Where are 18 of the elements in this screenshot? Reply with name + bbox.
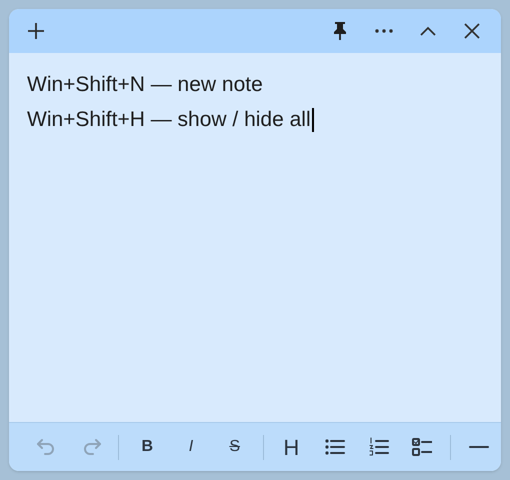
bullet-list-icon (325, 437, 346, 457)
horizontal-rule-icon (469, 446, 490, 448)
bold-button[interactable]: B (125, 429, 170, 465)
checklist-icon (412, 437, 432, 457)
text-cursor (312, 108, 314, 132)
plus-icon (27, 22, 45, 40)
note-text-line: Win+Shift+N — new note (27, 72, 263, 98)
heading-button[interactable]: H (270, 429, 314, 465)
more-icon (375, 29, 393, 33)
close-icon (464, 23, 480, 39)
chevron-up-icon (420, 26, 436, 36)
note-text-line: Win+Shift+H — show / hide all (27, 107, 311, 133)
undo-icon (36, 437, 57, 457)
italic-button[interactable]: I (169, 429, 213, 465)
strikethrough-button[interactable]: S (212, 429, 257, 465)
pin-icon (333, 21, 347, 41)
note-editor[interactable]: Win+Shift+N — new note Win+Shift+H — show / hide all (9, 53, 501, 422)
numbered-list-icon (368, 437, 389, 457)
